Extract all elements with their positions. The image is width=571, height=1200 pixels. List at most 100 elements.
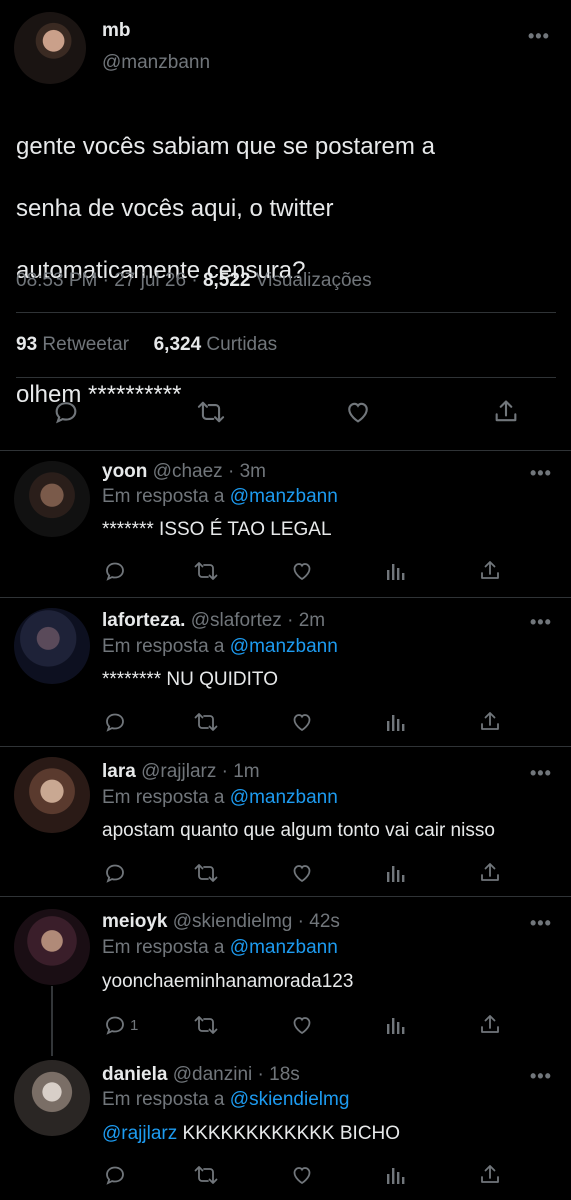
retweet-icon[interactable] xyxy=(196,398,226,426)
like-icon[interactable] xyxy=(290,1163,314,1187)
separator: · xyxy=(227,461,235,482)
reply-tweet[interactable]: laforteza. @slafortez · 2m ••• Em respos… xyxy=(0,598,571,746)
reply-time[interactable]: 42s xyxy=(309,911,340,932)
reply-header: lara @rajjlarz · 1m xyxy=(102,761,260,783)
reply-handle[interactable]: @rajjlarz xyxy=(141,761,216,782)
reply-icon[interactable]: 1 xyxy=(103,1013,138,1037)
reply-time[interactable]: 18s xyxy=(269,1064,300,1085)
reply-text: ******** NU QUIDITO xyxy=(102,669,278,690)
reply-count: 1 xyxy=(130,1016,139,1034)
reply-icon[interactable] xyxy=(103,861,130,885)
reply-display-name[interactable]: daniela xyxy=(102,1064,167,1085)
avatar[interactable] xyxy=(14,757,90,833)
reply-display-name[interactable]: laforteza. xyxy=(102,610,185,631)
reply-handle[interactable]: @chaez xyxy=(153,461,223,482)
views-icon[interactable] xyxy=(385,861,407,885)
mention-link[interactable]: @rajjlarz xyxy=(102,1123,177,1144)
views-count: 8,522 xyxy=(202,270,251,291)
share-icon[interactable] xyxy=(478,861,502,885)
reply-to-link[interactable]: @manzbann xyxy=(230,787,338,808)
views-label: Visualizações xyxy=(255,270,372,291)
reply-time[interactable]: 1m xyxy=(233,761,259,782)
reply-to-link[interactable]: @manzbann xyxy=(230,636,338,657)
more-icon[interactable]: ••• xyxy=(530,463,552,484)
share-icon[interactable] xyxy=(492,398,520,426)
reply-display-name[interactable]: yoon xyxy=(102,461,147,482)
retweets-link[interactable]: 93 Retweetar xyxy=(16,334,134,355)
reply-text: @rajjlarz KKKKKKKKKKKK BICHO xyxy=(102,1123,400,1145)
reply-handle[interactable]: @skiendielmg xyxy=(173,911,293,932)
reply-tweet[interactable]: daniela @danzini · 18s ••• Em resposta a… xyxy=(0,1052,571,1200)
reply-context: Em resposta a @manzbann xyxy=(102,486,338,508)
like-icon[interactable] xyxy=(290,1013,314,1037)
retweet-icon[interactable] xyxy=(193,1163,219,1187)
more-icon[interactable]: ••• xyxy=(530,763,552,784)
reply-text: ******* ISSO É TAO LEGAL xyxy=(102,519,332,540)
reply-handle[interactable]: @danzini xyxy=(173,1064,253,1085)
reply-to-link[interactable]: @skiendielmg xyxy=(230,1089,350,1110)
retweet-icon[interactable] xyxy=(193,710,219,734)
views-icon[interactable] xyxy=(385,1013,407,1037)
more-icon[interactable]: ••• xyxy=(530,1066,552,1087)
more-icon[interactable]: ••• xyxy=(530,612,552,633)
reply-actions xyxy=(0,708,571,738)
separator: · xyxy=(297,911,304,932)
reply-tweet[interactable]: lara @rajjlarz · 1m ••• Em resposta a @m… xyxy=(0,747,571,896)
reply-icon[interactable] xyxy=(103,559,130,583)
like-icon[interactable] xyxy=(290,710,314,734)
views-icon[interactable] xyxy=(385,559,407,583)
tweet-date[interactable]: 27 jul 26 xyxy=(114,270,186,291)
share-icon[interactable] xyxy=(478,559,502,583)
retweet-icon[interactable] xyxy=(193,861,219,885)
separator: · xyxy=(287,610,294,631)
reply-actions xyxy=(0,859,571,889)
reply-tweet[interactable]: meioyk @skiendielmg · 42s ••• Em respost… xyxy=(0,897,571,1052)
reply-context: Em resposta a @skiendielmg xyxy=(102,1089,349,1111)
reply-header: yoon @chaez · 3m xyxy=(102,461,266,483)
views-icon[interactable] xyxy=(385,710,407,734)
reply-text-body: KKKKKKKKKKKK BICHO xyxy=(177,1123,401,1144)
like-icon[interactable] xyxy=(344,398,372,426)
retweet-icon[interactable] xyxy=(193,1013,219,1037)
reply-handle[interactable]: @slafortez xyxy=(191,610,282,631)
avatar[interactable] xyxy=(14,12,86,84)
reply-to-link[interactable]: @manzbann xyxy=(230,486,338,507)
retweet-icon[interactable] xyxy=(193,559,219,583)
reply-context: Em resposta a @manzbann xyxy=(102,636,338,658)
display-name[interactable]: mb xyxy=(102,20,131,42)
reply-time[interactable]: 2m xyxy=(299,610,325,631)
avatar[interactable] xyxy=(14,461,90,537)
more-icon[interactable]: ••• xyxy=(530,913,552,934)
reply-header: meioyk @skiendielmg · 42s xyxy=(102,911,340,933)
avatar[interactable] xyxy=(14,1060,90,1136)
reply-prefix: Em resposta a xyxy=(102,486,225,507)
like-icon[interactable] xyxy=(290,861,314,885)
main-tweet: mb @manzbann ••• gente vocês sabiam que … xyxy=(0,0,571,452)
reply-to-link[interactable]: @manzbann xyxy=(230,937,338,958)
avatar[interactable] xyxy=(14,909,90,985)
likes-link[interactable]: 6,324 Curtidas xyxy=(154,334,278,355)
like-icon[interactable] xyxy=(290,559,314,583)
reply-header: daniela @danzini · 18s xyxy=(102,1064,300,1086)
views-icon[interactable] xyxy=(385,1163,407,1187)
retweets-count: 93 xyxy=(16,334,38,355)
handle[interactable]: @manzbann xyxy=(102,52,210,74)
reply-tweet[interactable]: yoon @chaez · 3m ••• Em resposta a @manz… xyxy=(0,451,571,598)
reply-display-name[interactable]: meioyk xyxy=(102,911,167,932)
divider xyxy=(16,377,556,378)
tweet-time[interactable]: 08:53 PM xyxy=(16,270,97,291)
reply-display-name[interactable]: lara xyxy=(102,761,136,782)
reply-time[interactable]: 3m xyxy=(240,461,266,482)
reply-icon[interactable] xyxy=(103,710,130,734)
reply-context: Em resposta a @manzbann xyxy=(102,937,338,959)
reply-icon[interactable] xyxy=(103,1163,130,1187)
reply-icon[interactable] xyxy=(52,398,80,426)
share-icon[interactable] xyxy=(478,1163,502,1187)
tweet-meta: 08:53 PM · 27 jul 26 · 8,522 Visualizaçõ… xyxy=(16,270,372,292)
more-icon[interactable]: ••• xyxy=(528,26,550,47)
reply-prefix: Em resposta a xyxy=(102,636,225,657)
avatar[interactable] xyxy=(14,608,90,684)
retweets-label: Retweetar xyxy=(42,334,130,355)
share-icon[interactable] xyxy=(478,710,502,734)
share-icon[interactable] xyxy=(478,1013,502,1037)
